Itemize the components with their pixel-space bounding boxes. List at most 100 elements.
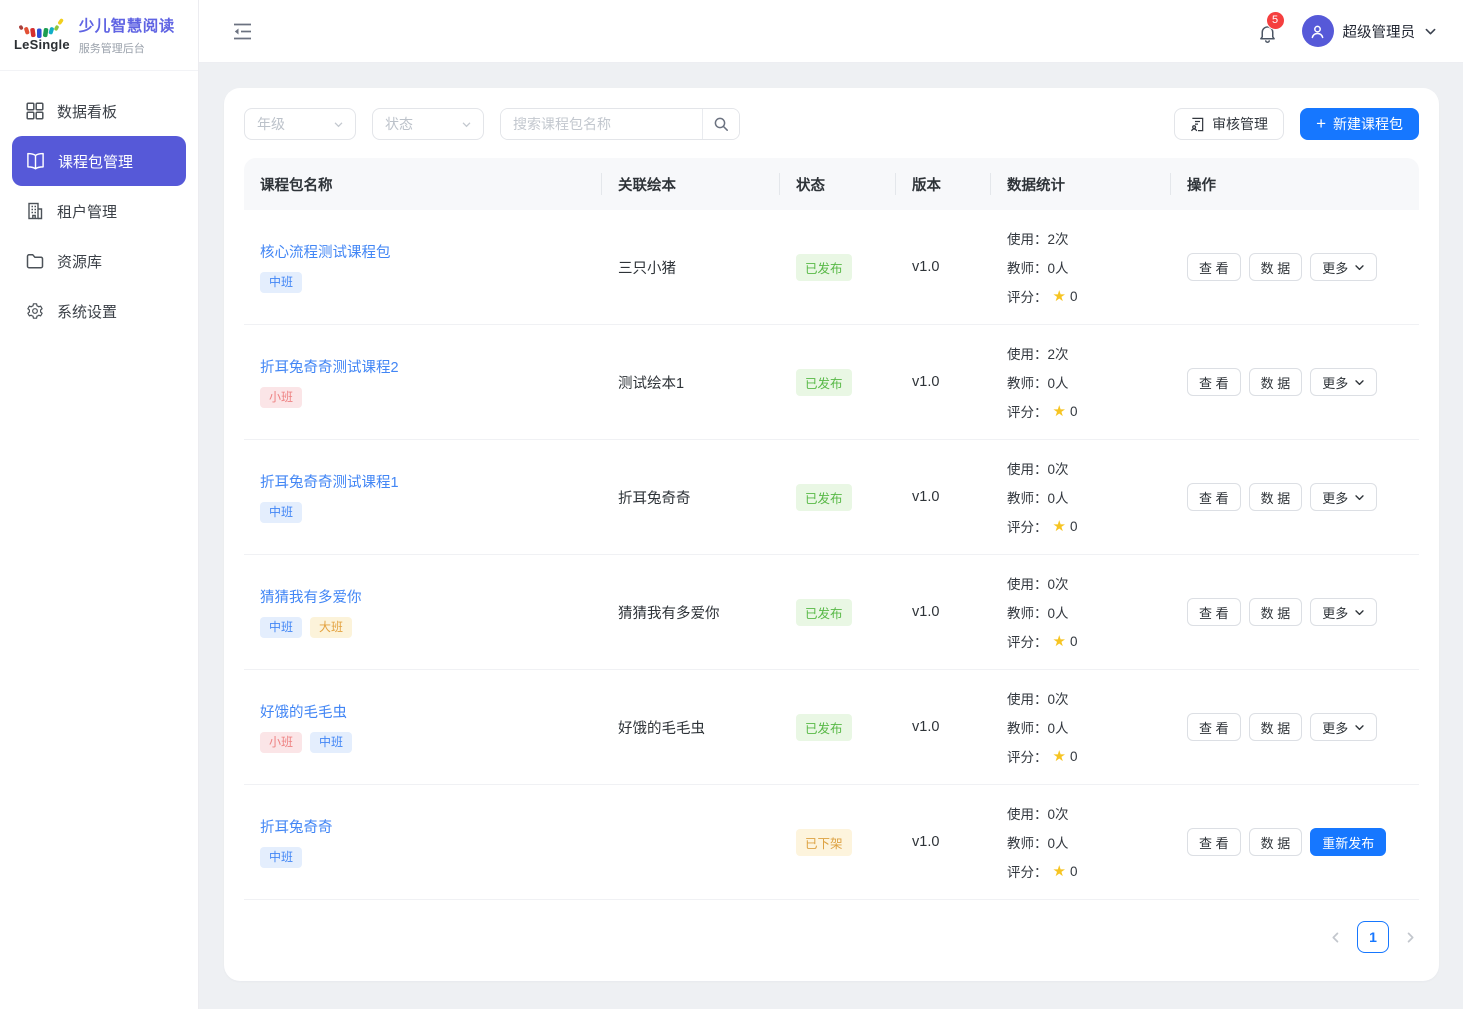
sidebar-menu: 数据看板课程包管理租户管理资源库系统设置 [0,71,198,336]
book-cell: 猜猜我有多爱你 [602,602,780,623]
folder-icon [26,253,44,269]
package-name-link[interactable]: 核心流程测试课程包 [260,241,391,262]
version-cell: v1.0 [896,718,991,736]
view-button[interactable]: 查 看 [1187,253,1241,281]
action-label: 查 看 [1199,718,1229,737]
user-name: 超级管理员 [1343,21,1416,42]
stat-label: 评分： [1007,746,1048,766]
stat-value: 2次 [1048,343,1069,363]
table-row: 折耳兔奇奇测试课程1中班折耳兔奇奇已发布v1.0使用：0次教师：0人评分：★0查… [244,440,1419,555]
chevron-left-icon [1329,931,1342,944]
sidebar-item-settings[interactable]: 系统设置 [0,286,198,336]
stat-label: 使用： [1007,803,1048,823]
status-select-placeholder: 状态 [385,114,413,134]
search-input[interactable] [501,109,702,139]
sidebar: LeSingle 少儿智慧阅读 服务管理后台 数据看板课程包管理租户管理资源库系… [0,0,199,1009]
brand: LeSingle 少儿智慧阅读 服务管理后台 [0,0,198,71]
prev-page-button[interactable] [1329,931,1342,944]
rating-stat: 评分：★0 [1007,286,1155,306]
column-header-5: 操作 [1171,174,1419,195]
sidebar-item-dashboard[interactable]: 数据看板 [0,86,198,136]
user-menu[interactable]: 超级管理员 [1302,15,1438,47]
actions-cell: 查 看 数 据更多 [1171,483,1419,511]
more-button[interactable]: 更多 [1310,368,1377,396]
pagination: 1 [244,903,1419,957]
package-name-link[interactable]: 猜猜我有多爱你 [260,586,362,607]
status-select[interactable]: 状态 [372,108,484,140]
more-button[interactable]: 更多 [1310,483,1377,511]
stat-label: 教师： [1007,372,1048,392]
chevron-down-icon [1354,377,1365,388]
chevron-down-icon [333,119,344,130]
stat-label: 使用： [1007,458,1048,478]
view-button[interactable]: 查 看 [1187,368,1241,396]
action-label: 数 据 [1261,258,1291,277]
sidebar-item-resources[interactable]: 资源库 [0,236,198,286]
rating-stat: 评分：★0 [1007,746,1155,766]
action-label: 更多 [1322,258,1348,277]
data-button[interactable]: 数 据 [1249,828,1303,856]
view-button[interactable]: 查 看 [1187,828,1241,856]
next-page-button[interactable] [1404,931,1417,944]
status-cell: 已发布 [780,254,896,281]
logo-bars-icon [17,18,67,38]
stat-value: 0次 [1048,573,1069,593]
table-row: 核心流程测试课程包中班三只小猪已发布v1.0使用：2次教师：0人评分：★0查 看… [244,210,1419,325]
data-button[interactable]: 数 据 [1249,483,1303,511]
create-package-button[interactable]: + 新建课程包 [1300,108,1419,140]
stat-label: 评分： [1007,286,1048,306]
action-label: 查 看 [1199,488,1229,507]
data-button[interactable]: 数 据 [1249,598,1303,626]
package-name-link[interactable]: 折耳兔奇奇测试课程2 [260,356,399,377]
grade-tag: 大班 [310,617,352,639]
sidebar-item-tenants[interactable]: 租户管理 [0,186,198,236]
menu-fold-icon[interactable] [233,23,252,40]
stat-value: 0 [1070,289,1078,304]
usage-stat: 使用：0次 [1007,573,1155,593]
action-label: 数 据 [1261,373,1291,392]
package-name-cell: 折耳兔奇奇测试课程2小班 [244,356,602,409]
table-row: 好饿的毛毛虫小班中班好饿的毛毛虫已发布v1.0使用：0次教师：0人评分：★0查 … [244,670,1419,785]
chevron-down-icon [1354,492,1365,503]
grade-select[interactable]: 年级 [244,108,356,140]
status-cell: 已发布 [780,599,896,626]
stat-label: 教师： [1007,717,1048,737]
status-badge: 已发布 [796,714,852,741]
grade-select-placeholder: 年级 [257,114,285,134]
package-name-link[interactable]: 折耳兔奇奇测试课程1 [260,471,399,492]
more-button[interactable]: 更多 [1310,598,1377,626]
book-name: 测试绘本1 [618,376,684,392]
stat-label: 教师： [1007,487,1048,507]
notification-bell[interactable]: 5 [1257,19,1278,44]
more-button[interactable]: 更多 [1310,713,1377,741]
package-name-link[interactable]: 好饿的毛毛虫 [260,701,347,722]
review-management-button[interactable]: 审核管理 [1174,108,1284,140]
chevron-right-icon [1404,931,1417,944]
view-button[interactable]: 查 看 [1187,713,1241,741]
package-name-cell: 好饿的毛毛虫小班中班 [244,701,602,754]
version-cell: v1.0 [896,488,991,506]
more-button[interactable]: 更多 [1310,253,1377,281]
page-1-button[interactable]: 1 [1357,921,1389,953]
search-button[interactable] [702,109,739,139]
book-name: 猜猜我有多爱你 [618,606,720,622]
data-button[interactable]: 数 据 [1249,368,1303,396]
sidebar-item-label: 课程包管理 [58,151,133,172]
grade-tag: 中班 [310,732,352,754]
package-name-link[interactable]: 折耳兔奇奇 [260,816,333,837]
status-cell: 已下架 [780,829,896,856]
sidebar-item-label: 数据看板 [57,101,117,122]
data-button[interactable]: 数 据 [1249,253,1303,281]
grade-tag: 中班 [260,617,302,639]
sidebar-item-label: 系统设置 [57,301,117,322]
view-button[interactable]: 查 看 [1187,483,1241,511]
course-package-table: 课程包名称关联绘本状态版本数据统计操作 核心流程测试课程包中班三只小猪已发布v1… [244,158,1419,900]
data-button[interactable]: 数 据 [1249,713,1303,741]
view-button[interactable]: 查 看 [1187,598,1241,626]
stat-value: 0 [1070,404,1078,419]
action-label: 查 看 [1199,833,1229,852]
republish-button[interactable]: 重新发布 [1310,828,1386,856]
sidebar-item-course-packages[interactable]: 课程包管理 [12,136,186,186]
grade-tag: 中班 [260,502,302,524]
stat-label: 教师： [1007,832,1048,852]
